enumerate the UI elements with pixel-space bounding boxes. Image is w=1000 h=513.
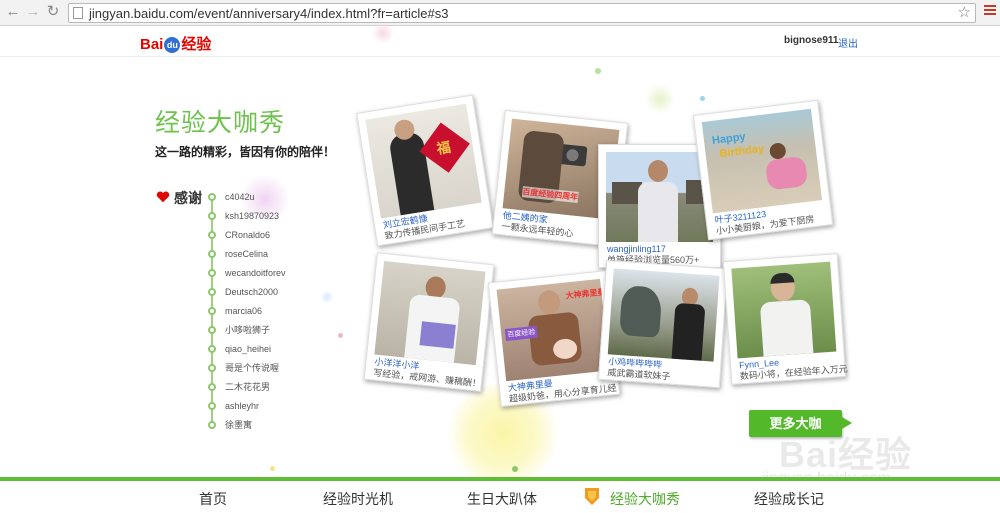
thanks-username[interactable]: CRonaldo6 — [225, 228, 270, 242]
thanks-username[interactable]: roseCelina — [225, 247, 268, 261]
back-icon[interactable]: ← — [4, 3, 22, 21]
browser-toolbar: ← → ↻ jingyan.baidu.com/event/anniversar… — [0, 0, 1000, 26]
decor-dot — [270, 466, 275, 471]
nav-item-home[interactable]: 首页 — [199, 489, 227, 509]
photo-card[interactable]: Happy Birthday 叶子3211123 小小美厨娘，为爱下厨房 — [692, 99, 834, 241]
timeline-dot-icon — [208, 364, 216, 372]
nav-item-time-machine[interactable]: 经验时光机 — [323, 489, 393, 509]
page-icon — [73, 7, 83, 19]
decor-blob — [320, 290, 334, 304]
url-text[interactable]: jingyan.baidu.com/event/anniversary4/ind… — [89, 5, 449, 22]
photo-image — [606, 152, 713, 242]
timeline-dot-icon — [208, 231, 216, 239]
timeline-dot-icon — [208, 250, 216, 258]
photo-overlay-text: 大神弗里曼 — [565, 287, 606, 301]
thanks-username[interactable]: c4042u — [225, 190, 255, 204]
page-title: 经验大咖秀 — [155, 109, 286, 137]
timeline-dot-icon — [208, 288, 216, 296]
bookmark-star-icon[interactable]: ☆ — [958, 4, 971, 22]
thanks-username[interactable]: 哥是个传说喔 — [225, 361, 279, 375]
thanks-username[interactable]: marcia06 — [225, 304, 262, 318]
decor-blob — [372, 22, 394, 44]
thanks-username[interactable]: 二木花花男 — [225, 380, 270, 394]
heart-icon — [156, 191, 170, 203]
timeline-dot-icon — [208, 193, 216, 201]
photo-card[interactable]: Fynn_Lee 数码小将，在经验年入万元 — [722, 253, 848, 385]
timeline-dot-icon — [208, 345, 216, 353]
timeline-dot-icon — [208, 326, 216, 334]
timeline-dot-icon — [208, 402, 216, 410]
photo-image: Happy Birthday — [701, 108, 823, 214]
logout-link[interactable]: 退出 — [838, 35, 858, 50]
nav-item-showcase[interactable]: 经验大咖秀 — [610, 489, 680, 509]
nav-item-birthday-party[interactable]: 生日大趴体 — [467, 489, 537, 509]
decor-blob — [645, 84, 675, 114]
logo-jingyan-text: 经验 — [181, 36, 212, 53]
thanks-username[interactable]: 徐墨寓 — [225, 418, 252, 432]
thanks-label: 感谢 — [174, 190, 202, 206]
browser-menu-icon[interactable] — [984, 5, 996, 17]
decor-dot — [700, 96, 705, 101]
page-subtitle: 这一路的精彩，皆因有你的陪伴！ — [155, 145, 336, 159]
reload-icon[interactable]: ↻ — [44, 3, 62, 21]
thanks-username[interactable]: wecandoitforev — [225, 266, 286, 280]
decor-dot — [338, 333, 343, 338]
photo-image — [731, 261, 837, 359]
decor-dot — [595, 68, 601, 74]
photo-image — [374, 260, 486, 366]
forward-icon[interactable]: → — [24, 3, 42, 21]
thanks-username[interactable]: ksh19870923 — [225, 209, 279, 223]
medal-badge-icon — [585, 488, 599, 505]
site-header: Bai du 经验 bignose911 退出 — [0, 27, 1000, 57]
page: ← → ↻ jingyan.baidu.com/event/anniversar… — [0, 0, 1000, 513]
thanks-username[interactable]: qiao_heihei — [225, 342, 271, 356]
photo-card[interactable]: 小洋洋小洋 写经验，戒网游、赚稿酬！ — [363, 252, 495, 392]
photo-card[interactable]: 福 刘立宏鹤慷 致力传播民间手工艺 — [356, 94, 494, 247]
photo-card[interactable]: 小鸡哔哔哔哔 威武霸道软妹子 — [597, 259, 729, 389]
nav-item-growth[interactable]: 经验成长记 — [754, 489, 824, 509]
bottom-nav: 首页 经验时光机 生日大趴体 经验大咖秀 经验成长记 — [0, 481, 1000, 513]
decor-dot — [512, 466, 518, 472]
photo-image — [607, 268, 720, 362]
thanks-username[interactable]: Deutsch2000 — [225, 285, 278, 299]
photo-image: 大神弗里曼 百度经验 — [496, 278, 610, 382]
thanks-username[interactable]: ashleyhr — [225, 399, 259, 413]
username-link[interactable]: bignose911 — [784, 35, 838, 46]
baidu-jingyan-logo[interactable]: Bai du 经验 — [140, 33, 211, 54]
address-bar[interactable]: jingyan.baidu.com/event/anniversary4/ind… — [68, 3, 976, 23]
thanks-username[interactable]: 小哆啦狮子 — [225, 323, 270, 337]
timeline-dot-icon — [208, 383, 216, 391]
photo-image: 福 — [365, 103, 482, 219]
photo-author-link[interactable]: wangjinling117 — [607, 244, 712, 255]
logo-paw-icon: du — [164, 37, 181, 53]
timeline-dot-icon — [208, 421, 216, 429]
timeline-dot-icon — [208, 307, 216, 315]
timeline-dot-icon — [208, 212, 216, 220]
timeline-dot-icon — [208, 269, 216, 277]
logo-bai-text: Bai — [140, 36, 164, 53]
